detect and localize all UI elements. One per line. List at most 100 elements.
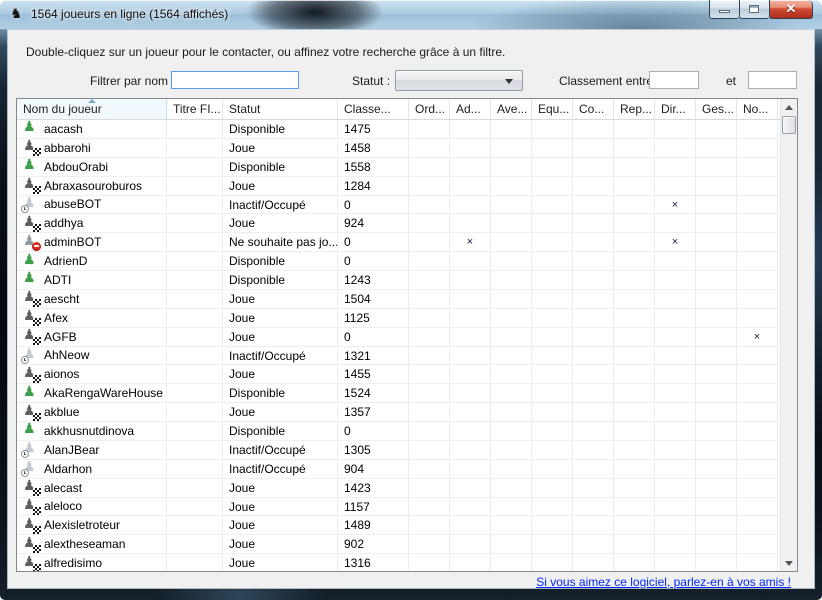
titlebar[interactable]: ♞ 1564 joueurs en ligne (1564 affichés) … [0,0,822,30]
column-header-5[interactable]: Ad... [450,99,491,120]
player-inactive-icon: ♟ [22,441,39,458]
column-header-7[interactable]: Equ... [532,99,573,120]
table-cell [655,441,696,460]
table-cell [737,252,778,271]
column-header-1[interactable]: Titre FI... [167,99,223,120]
table-cell [573,196,614,215]
table-row[interactable]: ♟AGFBJoue0× [17,328,780,347]
status-dropdown[interactable] [395,70,523,91]
minimize-button[interactable] [709,0,739,19]
column-header-6[interactable]: Ave... [491,99,532,120]
table-cell [655,290,696,309]
table-cell [167,252,223,271]
table-cell [532,422,573,441]
table-cell [409,328,450,347]
table-cell: × [737,328,778,347]
table-row[interactable]: ♟akkhusnutdinovaDisponible0 [17,422,780,441]
column-header-12[interactable]: No... [737,99,778,120]
table-row[interactable]: ♟AdrienDDisponible0 [17,252,780,271]
scrollbar-thumb[interactable] [782,116,796,134]
table-cell [614,498,655,517]
table-row[interactable]: ♟akblueJoue1357 [17,403,780,422]
table-cell [655,498,696,517]
table-row[interactable]: ♟abbarohiJoue1458 [17,139,780,158]
table-cell [696,177,737,196]
table-row[interactable]: ♟abuseBOTInactif/Occupé0× [17,196,780,215]
table-row[interactable]: ♟AlexisletroteurJoue1489 [17,516,780,535]
table-cell [614,441,655,460]
column-header-9[interactable]: Rep... [614,99,655,120]
close-button[interactable]: ✕ [769,0,813,19]
share-link[interactable]: Si vous aimez ce logiciel, parlez-en à v… [536,575,791,589]
scroll-up-button[interactable] [781,99,798,115]
table-cell [573,554,614,571]
table-cell: 924 [338,214,409,233]
ranking-max-input[interactable] [748,71,797,89]
table-cell [409,498,450,517]
table-cell [532,516,573,535]
column-header-8[interactable]: Co... [573,99,614,120]
table-row[interactable]: ♟alelocoJoue1157 [17,498,780,517]
table-cell [409,403,450,422]
clock-overlay-icon [21,205,29,213]
table-row[interactable]: ♟AbraxasouroburosJoue1284 [17,177,780,196]
table-cell [614,554,655,571]
pawn-glyph: ♟ [23,158,36,174]
table-cell [696,252,737,271]
table-cell [737,158,778,177]
player-playing-icon: ♟ [22,404,39,421]
player-name: addhya [44,214,83,232]
table-cell [573,460,614,479]
table-row[interactable]: ♟AbdouOrabiDisponible1558 [17,158,780,177]
table-row[interactable]: ♟alextheseamanJoue902 [17,535,780,554]
column-header-3[interactable]: Classe... [338,99,409,120]
table-row[interactable]: ♟alfredisimoJoue1316 [17,554,780,571]
column-header-4[interactable]: Ord... [409,99,450,120]
table-cell [409,365,450,384]
table-cell [573,516,614,535]
player-name-cell: ♟Alexisletroteur [17,516,167,535]
column-header-11[interactable]: Ges... [696,99,737,120]
table-body: ♟aacashDisponible1475♟abbarohiJoue1458♟A… [17,120,780,571]
table-row[interactable]: ♟ADTIDisponible1243 [17,271,780,290]
table-row[interactable]: ♟AldarhonInactif/Occupé904 [17,460,780,479]
ranking-min-input[interactable] [649,71,699,89]
table-cell [491,177,532,196]
table-cell [737,479,778,498]
table-cell [491,479,532,498]
table-cell: 1558 [338,158,409,177]
column-header-10[interactable]: Dir... [655,99,696,120]
player-name: AlanJBear [44,441,99,459]
table-cell: Joue [223,498,338,517]
table-cell [409,139,450,158]
table-cell [614,309,655,328]
table-row[interactable]: ♟addhyaJoue924 [17,214,780,233]
player-name: aleloco [44,498,82,516]
table-cell [614,403,655,422]
table-cell [655,214,696,233]
column-header-0[interactable]: Nom du joueur [17,99,167,120]
table-cell: Joue [223,309,338,328]
table-row[interactable]: ♟aacashDisponible1475 [17,120,780,139]
table-row[interactable]: ♟aionosJoue1455 [17,365,780,384]
table-row[interactable]: ♟adminBOTNe souhaite pas jo...0×× [17,233,780,252]
players-table: Nom du joueurTitre FI...StatutClasse...O… [16,98,798,572]
vertical-scrollbar[interactable] [780,99,797,571]
scroll-down-button[interactable] [781,555,798,571]
table-row[interactable]: ♟aeschtJoue1504 [17,290,780,309]
table-cell [532,441,573,460]
table-row[interactable]: ♟alecastJoue1423 [17,479,780,498]
filter-name-input[interactable] [171,71,299,89]
table-row[interactable]: ♟AlanJBearInactif/Occupé1305 [17,441,780,460]
table-row[interactable]: ♟AfexJoue1125 [17,309,780,328]
table-row[interactable]: ♟AhNeowInactif/Occupé1321 [17,347,780,366]
column-header-2[interactable]: Statut [223,99,338,120]
table-cell [573,139,614,158]
maximize-button[interactable] [739,0,769,19]
player-available-icon: ♟ [22,253,39,270]
table-cell [696,328,737,347]
table-row[interactable]: ♟AkaRengaWareHouseDisponible1524 [17,384,780,403]
instruction-text: Double-cliquez sur un joueur pour le con… [26,45,505,59]
table-cell [737,290,778,309]
checkerboard-overlay-icon [33,148,41,156]
